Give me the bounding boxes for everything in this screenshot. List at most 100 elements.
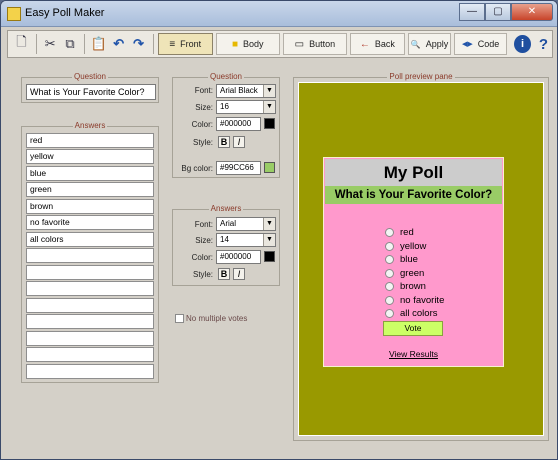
size-label: Size:: [195, 103, 213, 112]
close-button[interactable]: ✕: [511, 3, 553, 21]
code-icon: ◀▶: [461, 41, 473, 48]
radio-icon[interactable]: [385, 268, 394, 278]
front-button[interactable]: ≡ Front: [157, 33, 213, 55]
answer-input[interactable]: all colors: [26, 232, 154, 247]
poll-option-label: red: [400, 226, 414, 238]
poll-option[interactable]: green: [385, 267, 424, 279]
question-legend: Question: [71, 72, 109, 81]
button-shape-icon: ▭: [294, 38, 305, 50]
question-italic-button[interactable]: I: [233, 136, 245, 148]
radio-icon[interactable]: [385, 281, 394, 291]
answers-style-legend: Answers: [208, 204, 244, 213]
view-results-link[interactable]: View Results: [324, 349, 503, 359]
cut-icon[interactable]: ✂: [41, 34, 60, 54]
back-button[interactable]: ← Back: [349, 33, 405, 55]
answers-style-group: Answers Font: Arial ▼ Size: 14 ▼ Color: …: [172, 204, 280, 286]
style-label: Style:: [192, 138, 213, 147]
answer-input[interactable]: blue: [26, 166, 154, 181]
chevron-down-icon: ▼: [263, 85, 275, 97]
poll-option[interactable]: blue: [385, 253, 418, 265]
answers-bold-button[interactable]: B: [218, 268, 230, 280]
answer-input[interactable]: red: [26, 133, 154, 148]
answers-size-select[interactable]: 14 ▼: [216, 233, 276, 247]
apply-button[interactable]: 🔍 Apply: [407, 33, 452, 55]
answers-font-value: Arial: [220, 219, 237, 228]
question-bgcolor-input[interactable]: #99CC66: [216, 161, 261, 175]
button-button[interactable]: ▭ Button: [282, 33, 347, 55]
new-document-icon[interactable]: 🗋: [12, 34, 31, 54]
radio-icon[interactable]: [385, 308, 394, 318]
radio-icon[interactable]: [385, 227, 394, 237]
window-title: Easy Poll Maker: [25, 7, 105, 19]
radio-icon[interactable]: [385, 295, 394, 305]
answers-color-input[interactable]: #000000: [216, 250, 261, 264]
poll-option[interactable]: no favorite: [385, 294, 444, 306]
question-color-swatch[interactable]: [264, 118, 275, 129]
poll-option[interactable]: brown: [385, 280, 426, 292]
answer-input[interactable]: [26, 298, 154, 313]
answer-input[interactable]: [26, 265, 154, 280]
no-multiple-votes-checkbox[interactable]: [175, 314, 184, 323]
answers-italic-button[interactable]: I: [233, 268, 245, 280]
chevron-down-icon: ▼: [263, 234, 275, 246]
code-button[interactable]: ◀▶ Code: [454, 33, 508, 55]
minimize-button[interactable]: —: [459, 3, 485, 21]
poll-option-label: green: [400, 267, 425, 279]
answer-input[interactable]: [26, 281, 154, 296]
help-icon[interactable]: ?: [535, 35, 552, 53]
question-size-value: 16: [220, 102, 229, 111]
question-input[interactable]: What is Your Favorite Color?: [26, 84, 156, 100]
poll-option-label: yellow: [400, 240, 427, 252]
undo-icon[interactable]: ↶: [109, 34, 128, 54]
apply-button-label: Apply: [425, 39, 449, 49]
toolbar-separator: [35, 34, 37, 54]
radio-icon[interactable]: [385, 241, 394, 251]
poll-widget: My Poll What is Your Favorite Color? red…: [323, 157, 504, 367]
body-button[interactable]: ■ Body: [215, 33, 280, 55]
font-label: Font:: [194, 220, 213, 229]
question-style-legend: Question: [207, 72, 245, 81]
answer-input[interactable]: green: [26, 182, 154, 197]
maximize-button[interactable]: ▢: [485, 3, 511, 21]
answer-input[interactable]: brown: [26, 199, 154, 214]
answer-input[interactable]: no favorite: [26, 215, 154, 230]
poll-option[interactable]: yellow: [385, 240, 426, 252]
bgcolor-label: Bg color:: [181, 164, 213, 173]
radio-icon[interactable]: [385, 254, 394, 264]
answer-input[interactable]: [26, 347, 154, 362]
redo-icon[interactable]: ↷: [129, 34, 148, 54]
answer-input[interactable]: yellow: [26, 149, 154, 164]
front-button-label: Front: [180, 39, 202, 49]
question-bold-button[interactable]: B: [218, 136, 230, 148]
question-color-input[interactable]: #000000: [216, 117, 261, 131]
answers-font-select[interactable]: Arial ▼: [216, 217, 276, 231]
no-multiple-votes-label: No multiple votes: [186, 314, 248, 323]
info-icon[interactable]: i: [514, 35, 532, 53]
answers-color-swatch[interactable]: [264, 251, 275, 262]
back-arrow-icon: ←: [359, 38, 370, 50]
poll-title: My Poll: [325, 159, 502, 186]
answer-input[interactable]: [26, 314, 154, 329]
vote-button[interactable]: Vote: [383, 321, 443, 336]
answers-legend: Answers: [72, 121, 108, 130]
answer-input[interactable]: [26, 364, 154, 379]
question-group: Question What is Your Favorite Color?: [21, 72, 159, 103]
preview-legend: Poll preview pane: [387, 72, 455, 81]
chevron-down-icon: ▼: [263, 101, 275, 113]
answer-input[interactable]: [26, 248, 154, 263]
paste-icon[interactable]: 📋: [89, 34, 108, 54]
question-font-select[interactable]: Arial Black ▼: [216, 84, 276, 98]
chevron-down-icon: ▼: [263, 218, 275, 230]
list-icon: ≡: [169, 38, 176, 50]
answer-input[interactable]: [26, 331, 154, 346]
poll-option[interactable]: red: [385, 226, 414, 238]
title-bar[interactable]: Easy Poll Maker — ▢ ✕: [1, 1, 557, 27]
question-bgcolor-swatch[interactable]: [264, 162, 275, 173]
toolbar-separator: [84, 34, 86, 54]
app-window: Easy Poll Maker — ▢ ✕ 🗋 ✂ ⧉ 📋 ↶ ↷ ≡ Fron…: [0, 0, 558, 460]
poll-option[interactable]: all colors: [385, 307, 438, 319]
copy-icon[interactable]: ⧉: [61, 34, 80, 54]
window-controls: — ▢ ✕: [459, 3, 553, 21]
question-size-select[interactable]: 16 ▼: [216, 100, 276, 114]
code-button-label: Code: [477, 39, 500, 49]
